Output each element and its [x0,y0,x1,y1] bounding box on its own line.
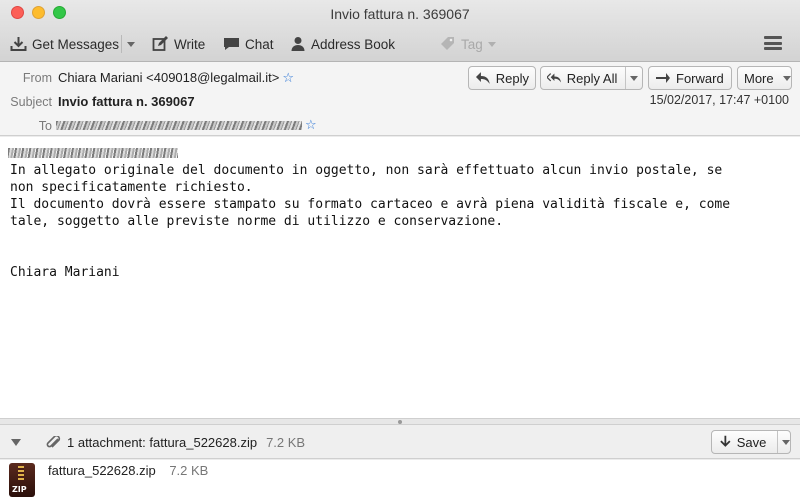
chevron-down-icon [487,41,496,47]
subject-label: Subject [10,95,52,109]
pane-splitter[interactable] [0,418,800,425]
app-menu-icon[interactable] [764,36,782,50]
from-label: From [22,71,52,85]
attachment-bar: 1 attachment: fattura_522628.zip 7.2 KB … [0,425,800,459]
body-line: In allegato originale del documento in o… [10,163,723,178]
attachment-size: 7.2 KB [169,463,209,478]
forward-button[interactable]: Forward [648,66,732,90]
from-field[interactable]: Chiara Mariani <409018@legalmail.it> ☆ [58,70,294,86]
expand-attachments-icon[interactable] [11,439,21,446]
reply-all-arrow-icon [547,73,562,83]
from-address: Chiara Mariani <409018@legalmail.it> [58,70,280,85]
save-attachment-button[interactable]: Save [711,430,791,454]
reply-button[interactable]: Reply [468,66,536,90]
more-label: More [744,70,774,86]
star-icon[interactable]: ☆ [282,70,294,85]
greeting-line [8,145,800,162]
reply-arrow-icon [475,72,490,84]
attachment-list: ZIP fattura_522628.zip 7.2 KB [0,460,800,500]
save-dropdown[interactable] [777,431,790,453]
save-label: Save [736,434,767,450]
download-arrow-icon [720,435,731,447]
to-label: To [38,119,52,133]
person-icon [291,37,305,51]
window-title: Invio fattura n. 369067 [330,6,470,22]
reply-label: Reply [495,70,529,86]
redacted-greeting [8,148,178,158]
body-line: non specificatamente richiesto. [10,180,253,195]
message-header: From Chiara Mariani <409018@legalmail.it… [0,62,800,136]
write-button[interactable]: Write [152,33,205,55]
forward-arrow-icon [656,73,670,83]
redacted-recipient [56,121,302,131]
tag-button[interactable]: Tag [440,33,496,55]
window-chrome: Invio fattura n. 369067 Get Messages Wri… [0,0,800,62]
download-icon [10,37,27,51]
body-line: tale, soggetto alle previste norme di ut… [10,214,504,229]
body-line: Il documento dovrà essere stampato su fo… [10,197,731,212]
address-book-label: Address Book [311,36,396,52]
reply-all-dropdown[interactable] [625,67,638,89]
reply-all-label: Reply All [566,70,618,86]
more-button[interactable]: More [737,66,792,90]
get-messages-button[interactable]: Get Messages [10,33,119,55]
get-messages-dropdown[interactable] [121,35,137,53]
write-label: Write [174,36,206,52]
chevron-down-icon [779,67,792,89]
subject-value: Invio fattura n. 369067 [58,94,195,109]
chat-label: Chat [245,36,274,52]
attachment-summary[interactable]: 1 attachment: fattura_522628.zip 7.2 KB [46,435,305,450]
to-field[interactable]: ☆ [56,117,317,133]
attachment-name: fattura_522628.zip [48,463,156,478]
tag-icon [441,37,454,50]
attachment-file: fattura_522628.zip 7.2 KB [48,463,208,478]
reply-all-button[interactable]: Reply All [540,66,643,90]
pencil-icon [152,36,168,51]
attachment-summary-text: 1 attachment: fattura_522628.zip [67,435,258,450]
grip-icon [398,420,402,424]
message-body: In allegato originale del documento in o… [0,137,800,418]
signature: Chiara Mariani [10,265,120,280]
tag-label: Tag [461,36,483,52]
chat-bubble-icon [224,38,239,50]
message-date: 15/02/2017, 17:47 +0100 [649,93,789,107]
attachment-summary-size: 7.2 KB [266,435,306,450]
address-book-button[interactable]: Address Book [290,33,395,55]
paperclip-icon [46,435,61,448]
zip-archive-icon: ZIP [9,463,35,497]
forward-label: Forward [676,70,724,86]
chat-button[interactable]: Chat [223,33,274,55]
get-messages-label: Get Messages [32,36,120,52]
star-icon[interactable]: ☆ [305,117,317,132]
